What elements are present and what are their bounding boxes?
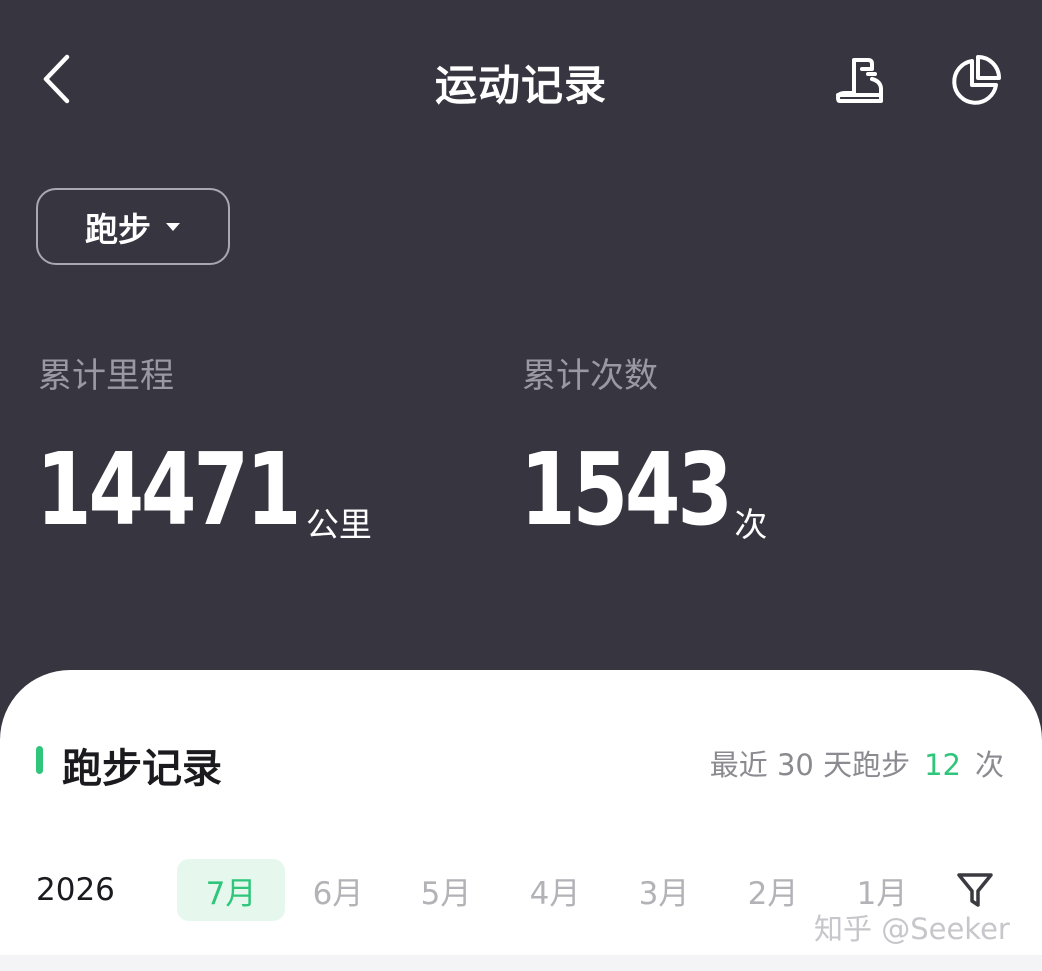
total-count-unit: 次: [734, 505, 768, 544]
month-tab-7[interactable]: 7月: [177, 859, 285, 921]
back-chevron-icon: [43, 54, 70, 104]
sport-type-dropdown[interactable]: 跑步: [36, 188, 230, 265]
month-tab-2[interactable]: 2月: [719, 859, 827, 921]
pie-chart-icon: [952, 55, 1001, 105]
month-tab-3[interactable]: 3月: [610, 859, 718, 921]
recent-summary-count: 12: [924, 748, 961, 782]
recent-summary: 最近 30 天跑步 12 次: [710, 742, 1004, 784]
running-shoe-button[interactable]: [828, 50, 892, 112]
total-distance: 14471 公里: [36, 430, 372, 550]
running-shoe-icon: [836, 58, 883, 103]
filter-icon: [957, 873, 993, 907]
sport-type-label: 跑步: [85, 209, 151, 249]
filter-button[interactable]: [950, 864, 1000, 916]
month-tab-6[interactable]: 6月: [284, 859, 392, 921]
year-label: 2026: [36, 872, 115, 908]
month-tab-1[interactable]: 1月: [828, 859, 936, 921]
total-count-label: 累计次数: [522, 356, 658, 396]
exercise-records-screen: 运动记录 跑步 累计里程 14471 公里 累计次数 1543 次 跑步记录 最…: [0, 0, 1042, 971]
section-accent-bar: [36, 746, 43, 774]
recent-summary-prefix: 最近 30 天跑步: [709, 748, 911, 782]
month-tab-5[interactable]: 5月: [392, 859, 500, 921]
total-count-value: 1543: [520, 431, 733, 548]
records-sheet: [0, 670, 1042, 971]
month-tab-4[interactable]: 4月: [501, 859, 609, 921]
total-distance-label: 累计里程: [38, 356, 174, 396]
records-section-title: 跑步记录: [62, 746, 222, 792]
recent-summary-suffix: 次: [974, 748, 1004, 782]
sheet-divider: [0, 955, 1042, 971]
caret-down-icon: [165, 222, 181, 232]
back-button[interactable]: [28, 46, 84, 112]
total-distance-value: 14471: [36, 431, 302, 548]
statistics-button[interactable]: [942, 50, 1008, 112]
total-distance-unit: 公里: [305, 505, 372, 544]
total-count: 1543 次: [520, 430, 767, 550]
